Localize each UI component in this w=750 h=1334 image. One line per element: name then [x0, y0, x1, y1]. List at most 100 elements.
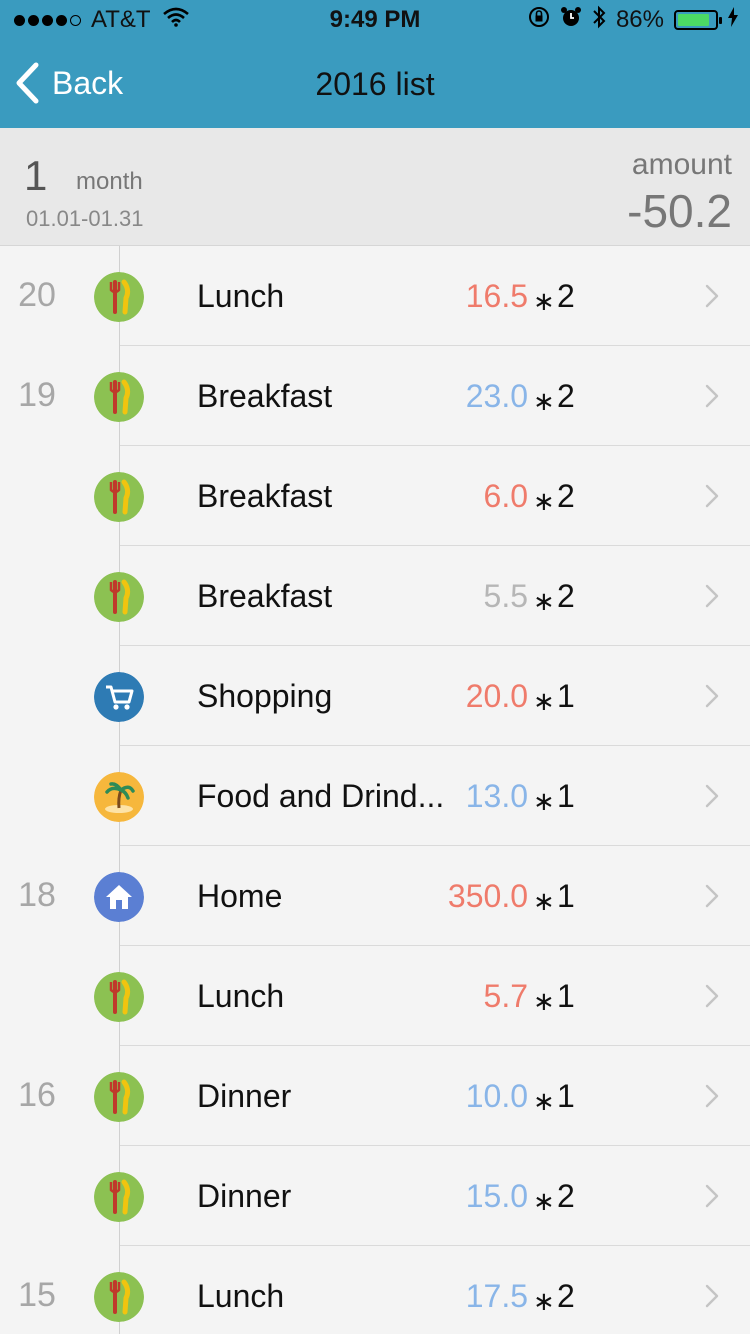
- amount-value: -50.2: [627, 185, 732, 237]
- list-item[interactable]: Dinner 15.0 ∗ 2: [0, 1146, 750, 1246]
- chevron-right-icon: [705, 284, 719, 308]
- multiply-sign: ∗: [533, 386, 555, 416]
- entry-price: 13.0: [465, 778, 528, 814]
- chevron-right-icon: [705, 1084, 719, 1108]
- amount-label: amount: [631, 148, 732, 181]
- entry-quantity: 1: [557, 878, 575, 914]
- entry-quantity: 2: [557, 578, 575, 614]
- entry-quantity: 2: [557, 378, 575, 414]
- food-icon: [94, 1072, 144, 1122]
- day-number: 20: [18, 276, 56, 314]
- entry-quantity: 1: [557, 678, 575, 714]
- entry-label: Home: [197, 878, 283, 914]
- entry-label: Breakfast: [197, 478, 333, 514]
- chevron-right-icon: [705, 384, 719, 408]
- chevron-right-icon: [705, 884, 719, 908]
- day-number: 18: [18, 876, 56, 914]
- multiply-sign: ∗: [533, 886, 555, 916]
- month-number: 1: [24, 152, 48, 199]
- entry-price: 350.0: [447, 878, 528, 914]
- entry-quantity: 2: [557, 478, 575, 514]
- entry-quantity: 2: [557, 1178, 575, 1214]
- day-number: 19: [18, 376, 56, 414]
- entry-label: Lunch: [197, 1278, 285, 1314]
- food-icon: [94, 272, 144, 322]
- entry-price: 16.5: [465, 278, 528, 314]
- list-item[interactable]: Food and Drind... 13.0 ∗ 1: [0, 746, 750, 846]
- chevron-right-icon: [705, 984, 719, 1008]
- multiply-sign: ∗: [533, 786, 555, 816]
- multiply-sign: ∗: [533, 286, 555, 316]
- entry-label: Food and Drind...: [197, 778, 445, 814]
- day-number: 16: [18, 1076, 56, 1114]
- entry-quantity: 1: [557, 778, 575, 814]
- palm-island-icon: [94, 772, 144, 822]
- list-item[interactable]: 19 Breakfast 23.0 ∗ 2: [0, 346, 750, 446]
- bluetooth-icon: [592, 5, 606, 36]
- home-icon: [94, 872, 144, 922]
- list-item[interactable]: Breakfast 5.5 ∗ 2: [0, 546, 750, 646]
- charging-bolt-icon: [728, 6, 738, 34]
- multiply-sign: ∗: [533, 1086, 555, 1116]
- alarm-icon: [560, 6, 582, 35]
- status-right: 86%: [528, 5, 738, 36]
- header: AT&T 9:49 PM 86% Back 2016 list: [0, 0, 750, 128]
- battery-icon: [674, 10, 722, 30]
- chevron-right-icon: [705, 1284, 719, 1308]
- chevron-right-icon: [705, 784, 719, 808]
- date-range: 01.01-01.31: [26, 206, 144, 231]
- food-icon: [94, 472, 144, 522]
- chevron-right-icon: [705, 484, 719, 508]
- food-icon: [94, 972, 144, 1022]
- food-icon: [94, 372, 144, 422]
- day-number: 15: [18, 1276, 56, 1314]
- list-item[interactable]: 16 Dinner 10.0 ∗ 1: [0, 1046, 750, 1146]
- food-icon: [94, 1272, 144, 1322]
- list-item[interactable]: 18 Home 350.0 ∗ 1: [0, 846, 750, 946]
- entry-price: 17.5: [465, 1278, 528, 1314]
- entry-price: 15.0: [465, 1178, 528, 1214]
- entry-price: 5.7: [483, 978, 528, 1014]
- multiply-sign: ∗: [533, 1186, 555, 1216]
- entry-quantity: 1: [557, 978, 575, 1014]
- navigation-bar: Back 2016 list: [0, 40, 750, 128]
- multiply-sign: ∗: [533, 486, 555, 516]
- entry-label: Lunch: [197, 978, 285, 1014]
- month-label: month: [76, 168, 143, 195]
- status-bar: AT&T 9:49 PM 86%: [0, 0, 750, 40]
- entry-label: Dinner: [197, 1178, 292, 1214]
- page-title: 2016 list: [315, 66, 435, 102]
- multiply-sign: ∗: [533, 1286, 555, 1316]
- chevron-right-icon: [705, 684, 719, 708]
- entry-label: Breakfast: [197, 578, 333, 614]
- multiply-sign: ∗: [533, 686, 555, 716]
- entry-label: Shopping: [197, 678, 333, 714]
- month-summary: 1 month 01.01-01.31 amount -50.2: [0, 128, 750, 246]
- list-item[interactable]: Shopping 20.0 ∗ 1: [0, 646, 750, 746]
- entry-quantity: 2: [557, 278, 575, 314]
- list-item[interactable]: 20 Lunch 16.5 ∗ 2: [0, 246, 750, 346]
- multiply-sign: ∗: [533, 986, 555, 1016]
- entry-label: Lunch: [197, 278, 285, 314]
- battery-percent: 86%: [615, 6, 664, 33]
- list-item[interactable]: Breakfast 6.0 ∗ 2: [0, 446, 750, 546]
- entry-price: 20.0: [465, 678, 528, 714]
- list-item[interactable]: 15 Lunch 17.5 ∗ 2: [0, 1246, 750, 1334]
- chevron-right-icon: [705, 1184, 719, 1208]
- food-icon: [94, 1172, 144, 1222]
- entry-label: Breakfast: [197, 378, 333, 414]
- rotation-lock-icon: [528, 6, 550, 35]
- entry-price: 10.0: [465, 1078, 528, 1114]
- list-item[interactable]: Lunch 5.7 ∗ 1: [0, 946, 750, 1046]
- shopping-cart-icon: [94, 672, 144, 722]
- entry-quantity: 1: [557, 1078, 575, 1114]
- entry-price: 5.5: [483, 578, 528, 614]
- entry-price: 23.0: [465, 378, 528, 414]
- entry-label: Dinner: [197, 1078, 292, 1114]
- food-icon: [94, 572, 144, 622]
- entry-list: 20 Lunch 16.5 ∗ 2 19 Breakfast 23.0 ∗ 2 …: [0, 246, 750, 1334]
- entry-price: 6.0: [483, 478, 528, 514]
- multiply-sign: ∗: [533, 586, 555, 616]
- entry-quantity: 2: [557, 1278, 575, 1314]
- chevron-right-icon: [705, 584, 719, 608]
